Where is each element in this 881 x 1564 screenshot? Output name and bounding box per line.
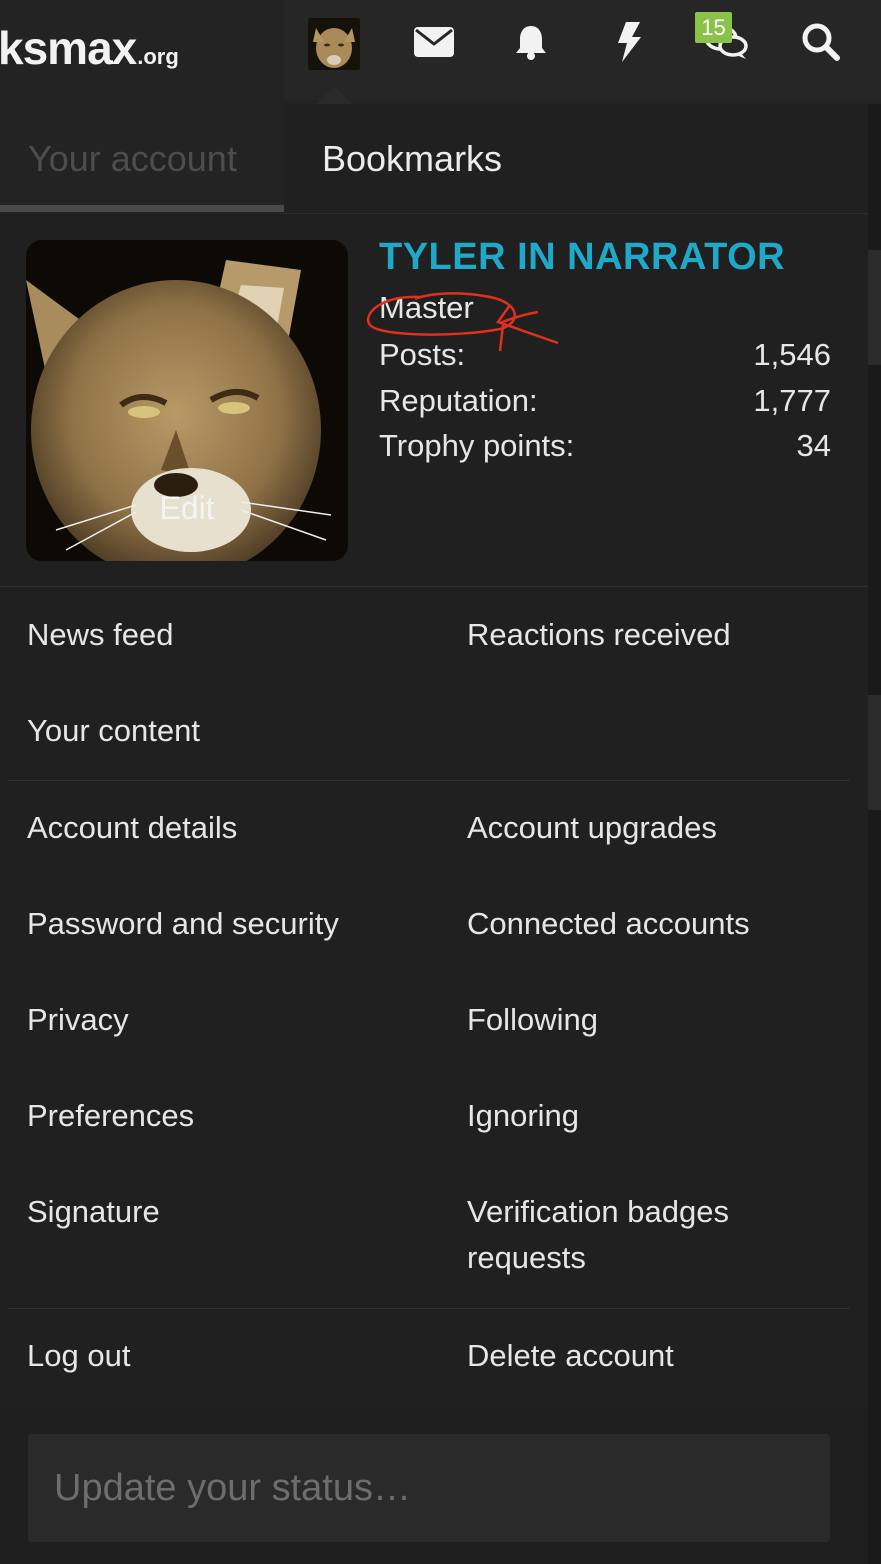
menu-password-security[interactable]: Password and security bbox=[27, 901, 339, 947]
stat-posts: Posts: 1,546 bbox=[379, 337, 831, 373]
stat-label: Posts: bbox=[379, 337, 466, 372]
menu-item-line: requests bbox=[467, 1240, 586, 1275]
nav-avatar bbox=[308, 18, 360, 70]
menu-verification-badges-requests[interactable]: Verification badges requests bbox=[467, 1189, 729, 1281]
conversations-count-badge: 15 bbox=[695, 12, 732, 43]
menu-account-upgrades[interactable]: Account upgrades bbox=[467, 805, 717, 851]
menu-account-details[interactable]: Account details bbox=[27, 805, 237, 851]
dropdown-tabs: Your account Bookmarks bbox=[0, 104, 868, 214]
avatar-edit-label[interactable]: Edit bbox=[26, 490, 348, 527]
section-divider bbox=[8, 780, 850, 781]
whats-new-button[interactable] bbox=[581, 0, 677, 88]
stat-value: 34 bbox=[796, 428, 831, 463]
stat-value: 1,546 bbox=[753, 337, 831, 372]
site-logo[interactable]: ksmax .org bbox=[0, 18, 179, 78]
menu-privacy[interactable]: Privacy bbox=[27, 997, 129, 1043]
logo-tld: .org bbox=[137, 44, 179, 69]
menu-connected-accounts[interactable]: Connected accounts bbox=[467, 901, 750, 947]
menu-signature[interactable]: Signature bbox=[27, 1189, 160, 1235]
section-divider bbox=[8, 1308, 850, 1309]
menu-item-line: Verification badges bbox=[467, 1194, 729, 1229]
section-divider bbox=[0, 586, 868, 587]
profile-avatar[interactable]: Edit bbox=[26, 240, 348, 561]
stat-value: 1,777 bbox=[753, 383, 831, 418]
scrollbar-thumb[interactable] bbox=[868, 250, 881, 365]
tab-bookmarks[interactable]: Bookmarks bbox=[322, 104, 502, 214]
search-icon bbox=[801, 22, 841, 67]
top-navigation-bar: ksmax .org 15 bbox=[0, 0, 881, 104]
menu-preferences[interactable]: Preferences bbox=[27, 1093, 194, 1139]
dropdown-caret bbox=[316, 86, 352, 104]
alerts-button[interactable] bbox=[483, 0, 579, 88]
envelope-icon bbox=[414, 26, 454, 62]
account-menu-button[interactable] bbox=[286, 0, 382, 88]
search-button[interactable] bbox=[773, 0, 869, 88]
logo-text: ksmax bbox=[0, 22, 137, 74]
stat-reputation: Reputation: 1,777 bbox=[379, 383, 831, 419]
menu-your-content[interactable]: Your content bbox=[27, 708, 200, 754]
user-title: Master bbox=[379, 290, 474, 325]
menu-following[interactable]: Following bbox=[467, 997, 598, 1043]
menu-ignoring[interactable]: Ignoring bbox=[467, 1093, 579, 1139]
active-tab-indicator bbox=[0, 205, 284, 212]
inbox-button[interactable] bbox=[386, 0, 482, 88]
menu-reactions-received[interactable]: Reactions received bbox=[467, 612, 731, 658]
stat-trophy-points: Trophy points: 34 bbox=[379, 428, 831, 464]
menu-log-out[interactable]: Log out bbox=[27, 1333, 130, 1379]
status-input[interactable] bbox=[28, 1434, 830, 1542]
profile-username[interactable]: TYLER IN NARRATOR bbox=[379, 236, 785, 279]
scrollbar-thumb[interactable] bbox=[868, 695, 881, 810]
menu-delete-account[interactable]: Delete account bbox=[467, 1333, 674, 1379]
stat-label: Reputation: bbox=[379, 383, 538, 418]
menu-news-feed[interactable]: News feed bbox=[27, 612, 173, 658]
bell-icon bbox=[514, 24, 548, 65]
tab-your-account[interactable]: Your account bbox=[0, 104, 284, 214]
lightning-icon bbox=[616, 21, 642, 67]
stat-label: Trophy points: bbox=[379, 428, 575, 463]
